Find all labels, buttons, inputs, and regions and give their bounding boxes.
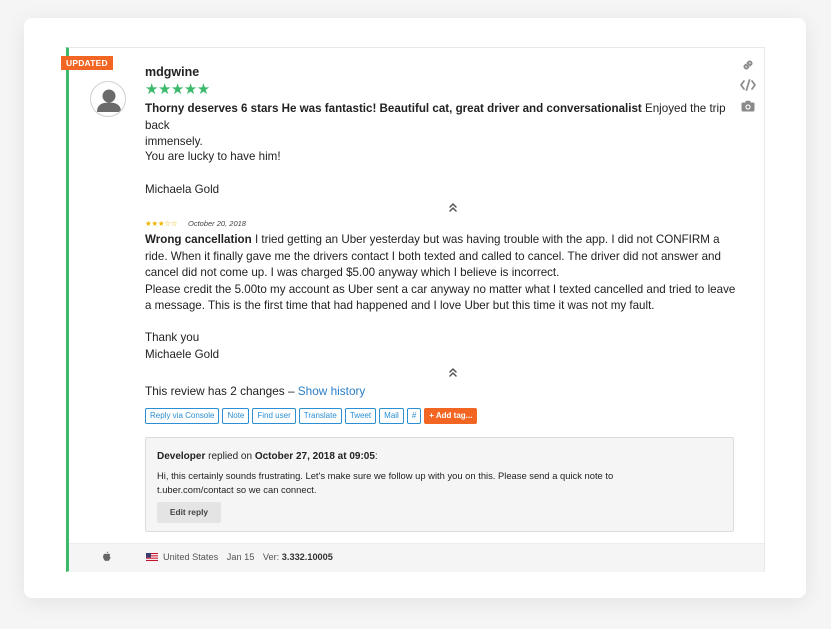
review-title: Thorny deserves 6 stars He was fantastic…: [145, 102, 642, 115]
review-rating: ★★★★★: [145, 81, 210, 98]
footer-version-label: Ver:: [262, 552, 282, 562]
history-text: This review has 2 changes –: [145, 384, 298, 398]
double-chevron-up-icon[interactable]: [448, 202, 458, 215]
review-body: Thorny deserves 6 stars He was fantastic…: [145, 101, 737, 151]
updated-badge: UPDATED: [61, 56, 113, 70]
previous-review-title: Wrong cancellation: [145, 233, 252, 246]
reply-text: Hi, this certainly sounds frustrating. L…: [157, 470, 614, 481]
review-signature: Michaela Gold: [145, 183, 220, 196]
review-paragraph: You are lucky to have him!: [145, 150, 281, 163]
footer-version-value: 3.332.10005: [281, 552, 333, 562]
hashtag-button[interactable]: #: [406, 408, 422, 424]
developer-reply: Developer replied on October 27, 2018 at…: [145, 437, 734, 532]
find-user-button[interactable]: Find user: [252, 408, 296, 424]
footer-meta: United States Jan 15 Ver: 3.332.10005: [163, 552, 339, 562]
review-author: mdgwine: [145, 65, 200, 79]
action-bar: Reply via Console Note Find user Transla…: [145, 408, 478, 424]
link-icon[interactable]: [738, 58, 758, 76]
review-footer: United States Jan 15 Ver: 3.332.10005: [69, 543, 764, 572]
previous-review-text: cancel did not come up. I was charged $5…: [145, 266, 560, 279]
note-button[interactable]: Note: [222, 408, 250, 424]
avatar: [90, 81, 126, 117]
previous-review-signoff: Thank you Michaele Gold: [145, 330, 737, 363]
reply-text: t.uber.com/contact so we can connect.: [157, 483, 317, 495]
add-tag-button[interactable]: + Add tag...: [424, 408, 478, 424]
translate-button[interactable]: Translate: [298, 408, 342, 424]
edit-reply-button[interactable]: Edit reply: [157, 502, 221, 523]
tweet-button[interactable]: Tweet: [344, 408, 377, 424]
footer-version: Ver: 3.332.10005: [263, 552, 333, 562]
reply-author: Developer: [157, 451, 206, 462]
previous-review-text: Thank you: [145, 331, 200, 344]
side-icons: [738, 58, 758, 121]
footer-country: United States: [163, 552, 219, 562]
previous-review-text: I tried getting an Uber yesterday but wa…: [251, 233, 720, 246]
us-flag-icon: [146, 553, 158, 561]
reply-header: Developer replied on October 27, 2018 at…: [157, 451, 378, 462]
reply-body: Hi, this certainly sounds frustrating. L…: [157, 469, 717, 497]
review-body-text: immensely.: [145, 135, 203, 148]
previous-review-text: a message. This is the first time that h…: [145, 299, 655, 312]
code-icon[interactable]: [738, 79, 758, 97]
double-chevron-up-icon[interactable]: [448, 367, 458, 380]
reply-colon: :: [374, 451, 378, 462]
previous-date: October 20, 2018: [188, 219, 246, 228]
previous-review-text: ride. When it finally gave me the driver…: [145, 249, 721, 263]
previous-review-text: Please credit the 5.00to my account as U…: [145, 282, 736, 296]
review-history: This review has 2 changes – Show history: [145, 384, 365, 398]
camera-icon[interactable]: [738, 100, 758, 118]
mail-button[interactable]: Mail: [379, 408, 404, 424]
show-history-link[interactable]: Show history: [298, 384, 366, 398]
previous-review-text: Michaele Gold: [145, 347, 220, 361]
reply-via-console-button[interactable]: Reply via Console: [145, 408, 220, 424]
apple-icon: [102, 551, 111, 565]
previous-rating: ★★★☆☆: [145, 219, 178, 228]
reply-date: October 27, 2018 at 09:05: [254, 451, 375, 462]
previous-review-body: Wrong cancellation I tried getting an Ub…: [145, 232, 737, 315]
footer-date: Jan 15: [226, 552, 255, 562]
reply-label: replied on: [205, 451, 255, 462]
